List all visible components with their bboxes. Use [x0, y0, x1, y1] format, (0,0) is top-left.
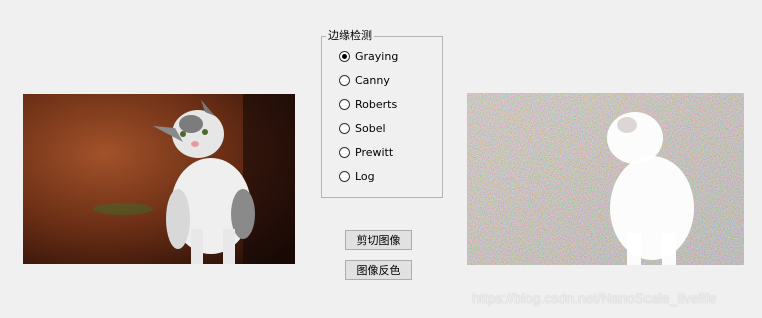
radio-unchecked-icon[interactable]: [339, 146, 350, 158]
radio-canny[interactable]: Canny: [339, 72, 390, 88]
radio-label: Log: [355, 169, 375, 183]
radio-log[interactable]: Log: [339, 168, 375, 184]
radio-unchecked-icon[interactable]: [339, 170, 350, 182]
cat-processed-noise-icon: [467, 93, 744, 265]
watermark-text: https://blog.csdn.net/NanoScale_livelife: [472, 290, 717, 306]
crop-image-button[interactable]: 剪切图像: [345, 230, 412, 250]
radio-unchecked-icon[interactable]: [339, 98, 350, 110]
cat-photo-icon: [23, 94, 295, 264]
groupbox-title: 边缘检测: [326, 29, 374, 43]
radio-label: Canny: [355, 73, 390, 87]
original-image: [23, 94, 295, 264]
radio-checked-icon[interactable]: [339, 50, 350, 62]
radio-label: Sobel: [355, 121, 386, 135]
radio-unchecked-icon[interactable]: [339, 74, 350, 86]
radio-graying[interactable]: Graying: [339, 48, 398, 64]
radio-label: Roberts: [355, 97, 398, 111]
radio-unchecked-icon[interactable]: [339, 122, 350, 134]
radio-sobel[interactable]: Sobel: [339, 120, 386, 136]
radio-roberts[interactable]: Roberts: [339, 96, 397, 112]
radio-prewitt[interactable]: Prewitt: [339, 144, 393, 160]
processed-image: [467, 93, 744, 265]
invert-image-button[interactable]: 图像反色: [345, 260, 412, 280]
radio-label: Graying: [355, 49, 399, 63]
radio-label: Prewitt: [355, 145, 394, 159]
